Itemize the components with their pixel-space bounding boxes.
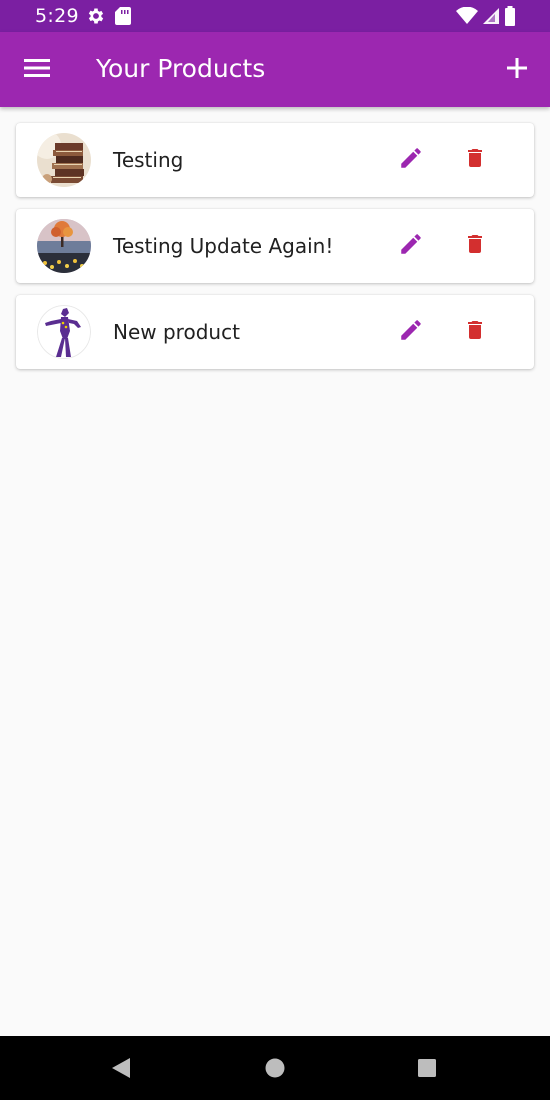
delete-icon: [463, 231, 487, 262]
add-icon: [506, 57, 528, 84]
product-image-books: [37, 133, 91, 187]
list-item: Testing: [16, 123, 534, 197]
edit-icon: [398, 231, 424, 262]
edit-icon: [398, 317, 424, 348]
edit-button[interactable]: [394, 229, 428, 263]
navigation-bar: [0, 1036, 550, 1100]
add-product-button[interactable]: [498, 51, 536, 89]
settings-icon: [86, 6, 106, 31]
sd-card-icon: [114, 6, 132, 31]
delete-button[interactable]: [458, 229, 492, 263]
back-icon[interactable]: [110, 1056, 132, 1085]
status-left-icons: [86, 6, 132, 31]
product-title: Testing Update Again!: [113, 234, 334, 258]
product-image-figure: [37, 305, 91, 359]
list-item: New product: [16, 295, 534, 369]
list-item: Testing Update Again!: [16, 209, 534, 283]
edit-button[interactable]: [394, 143, 428, 177]
delete-icon: [463, 317, 487, 348]
menu-icon: [24, 58, 50, 83]
home-icon[interactable]: [264, 1057, 286, 1084]
product-title: New product: [113, 320, 240, 344]
product-image-lake: [37, 219, 91, 273]
wifi-icon: [456, 6, 478, 30]
screen: 5:29 Your Products Testing Testing Updat…: [0, 0, 550, 1100]
status-right-icons: [456, 6, 516, 31]
product-list: Testing Testing Update Again! New produc…: [16, 123, 534, 381]
battery-icon: [504, 6, 516, 31]
product-title: Testing: [113, 148, 184, 172]
edit-icon: [398, 145, 424, 176]
delete-button[interactable]: [458, 143, 492, 177]
delete-button[interactable]: [458, 315, 492, 349]
page-title: Your Products: [96, 54, 266, 83]
app-bar: Your Products: [0, 32, 550, 107]
recents-icon[interactable]: [417, 1058, 437, 1083]
status-bar: 5:29: [0, 0, 550, 32]
delete-icon: [463, 145, 487, 176]
signal-icon: [483, 7, 499, 30]
edit-button[interactable]: [394, 315, 428, 349]
menu-button[interactable]: [18, 51, 56, 89]
status-time: 5:29: [35, 5, 79, 27]
